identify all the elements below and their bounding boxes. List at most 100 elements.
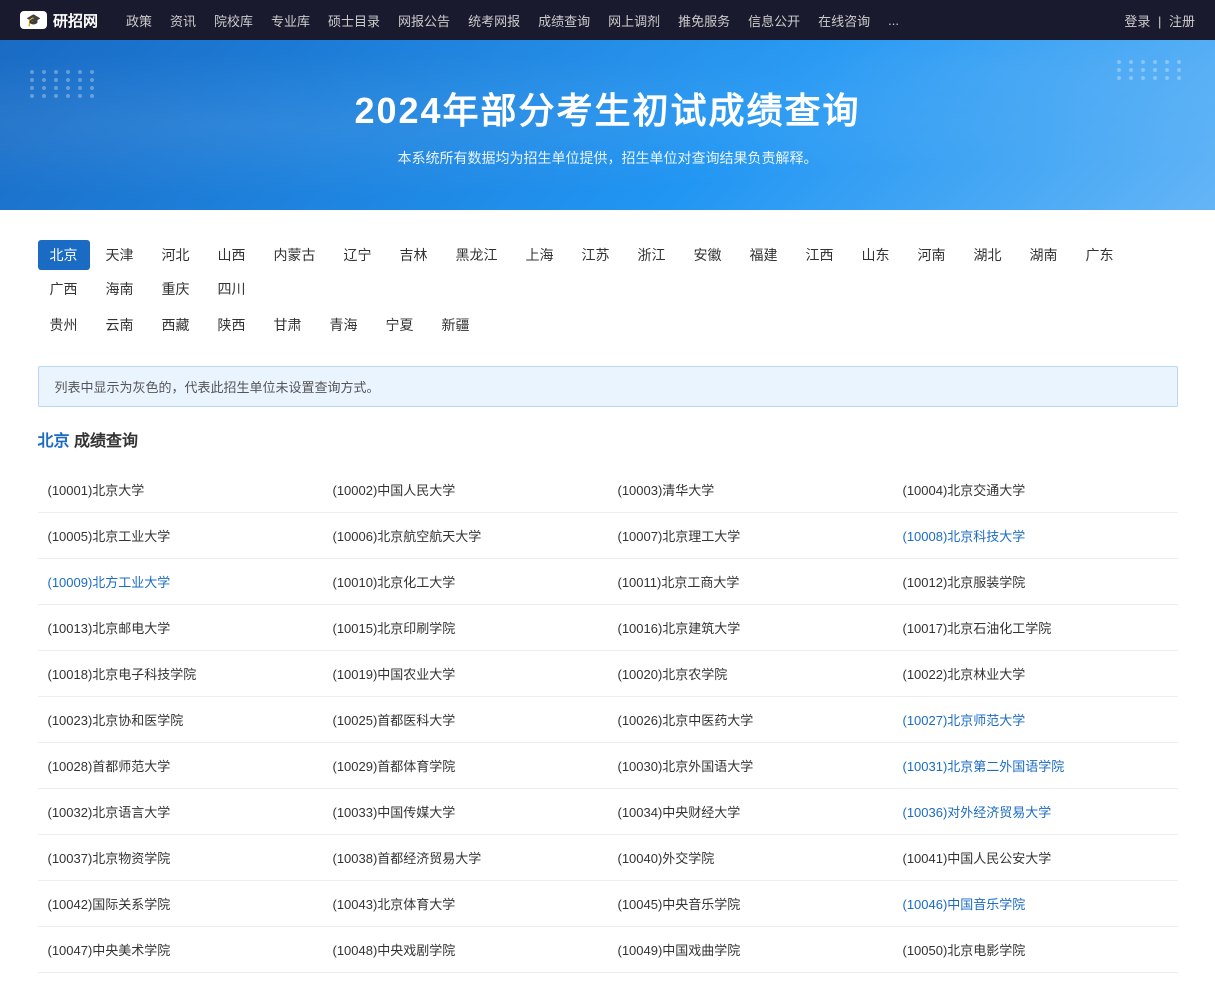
region-btn-山东[interactable]: 山东 (850, 240, 902, 270)
uni-link[interactable]: (10027)北京师范大学 (903, 713, 1026, 728)
uni-cell: (10034)中央财经大学 (608, 789, 893, 835)
region-btn-山西[interactable]: 山西 (206, 240, 258, 270)
uni-cell: (10004)北京交通大学 (893, 467, 1178, 513)
uni-cell: (10041)中国人民公安大学 (893, 835, 1178, 881)
region-btn-北京[interactable]: 北京 (38, 240, 90, 270)
table-row: (10001)北京大学(10002)中国人民大学(10003)清华大学(1000… (38, 467, 1178, 513)
region-btn-安徽[interactable]: 安徽 (682, 240, 734, 270)
uni-cell: (10005)北京工业大学 (38, 513, 323, 559)
uni-cell: (10001)北京大学 (38, 467, 323, 513)
region-btn-甘肃[interactable]: 甘肃 (262, 310, 314, 340)
region-row-1: 北京天津河北山西内蒙古辽宁吉林黑龙江上海江苏浙江安徽福建江西山东河南湖北湖南广东… (38, 240, 1178, 304)
uni-cell: (10025)首都医科大学 (323, 697, 608, 743)
uni-cell: (10049)中国戏曲学院 (608, 927, 893, 973)
uni-cell: (10012)北京服装学院 (893, 559, 1178, 605)
uni-cell: (10017)北京石油化工学院 (893, 605, 1178, 651)
uni-cell: (10028)首都师范大学 (38, 743, 323, 789)
nav-item-report[interactable]: 统考网报 (468, 11, 520, 30)
uni-cell: (10045)中央音乐学院 (608, 881, 893, 927)
region-btn-广东[interactable]: 广东 (1074, 240, 1126, 270)
uni-cell: (10008)北京科技大学 (893, 513, 1178, 559)
region-btn-新疆[interactable]: 新疆 (430, 310, 482, 340)
region-btn-江西[interactable]: 江西 (794, 240, 846, 270)
table-row: (10018)北京电子科技学院(10019)中国农业大学(10020)北京农学院… (38, 651, 1178, 697)
region-btn-内蒙古[interactable]: 内蒙古 (262, 240, 328, 270)
main-content: 北京天津河北山西内蒙古辽宁吉林黑龙江上海江苏浙江安徽福建江西山东河南湖北湖南广东… (18, 210, 1198, 993)
region-btn-浙江[interactable]: 浙江 (626, 240, 678, 270)
region-btn-辽宁[interactable]: 辽宁 (332, 240, 384, 270)
region-btn-广西[interactable]: 广西 (38, 274, 90, 304)
nav-item-score[interactable]: 成绩查询 (538, 11, 590, 30)
uni-cell: (10023)北京协和医学院 (38, 697, 323, 743)
region-btn-青海[interactable]: 青海 (318, 310, 370, 340)
uni-cell: (10006)北京航空航天大学 (323, 513, 608, 559)
region-btn-天津[interactable]: 天津 (94, 240, 146, 270)
table-row: (10037)北京物资学院(10038)首都经济贸易大学(10040)外交学院(… (38, 835, 1178, 881)
uni-cell: (10026)北京中医药大学 (608, 697, 893, 743)
table-row: (10042)国际关系学院(10043)北京体育大学(10045)中央音乐学院(… (38, 881, 1178, 927)
uni-cell: (10050)北京电影学院 (893, 927, 1178, 973)
uni-cell: (10027)北京师范大学 (893, 697, 1178, 743)
register-link[interactable]: 注册 (1169, 14, 1195, 29)
region-btn-四川[interactable]: 四川 (206, 274, 258, 304)
login-link[interactable]: 登录 (1124, 14, 1150, 29)
section-region: 北京 (38, 433, 70, 450)
table-row: (10005)北京工业大学(10006)北京航空航天大学(10007)北京理工大… (38, 513, 1178, 559)
nav-item-exemption[interactable]: 推免服务 (678, 11, 730, 30)
logo-icon: 🎓 (20, 11, 47, 29)
region-btn-西藏[interactable]: 西藏 (150, 310, 202, 340)
uni-cell: (10029)首都体育学院 (323, 743, 608, 789)
logo-text: 研招网 (53, 10, 98, 31)
uni-link[interactable]: (10031)北京第二外国语学院 (903, 759, 1065, 774)
region-btn-福建[interactable]: 福建 (738, 240, 790, 270)
uni-link[interactable]: (10046)中国音乐学院 (903, 897, 1026, 912)
region-btn-江苏[interactable]: 江苏 (570, 240, 622, 270)
uni-cell: (10003)清华大学 (608, 467, 893, 513)
region-btn-河南[interactable]: 河南 (906, 240, 958, 270)
uni-cell: (10022)北京林业大学 (893, 651, 1178, 697)
hero-title: 2024年部分考生初试成绩查询 (354, 82, 860, 134)
uni-cell: (10016)北京建筑大学 (608, 605, 893, 651)
uni-cell: (10015)北京印刷学院 (323, 605, 608, 651)
uni-cell: (10010)北京化工大学 (323, 559, 608, 605)
nav-item-majors[interactable]: 专业库 (271, 11, 310, 30)
uni-cell: (10033)中国传媒大学 (323, 789, 608, 835)
table-row: (10032)北京语言大学(10033)中国传媒大学(10034)中央财经大学(… (38, 789, 1178, 835)
region-btn-黑龙江[interactable]: 黑龙江 (444, 240, 510, 270)
nav-item-schools[interactable]: 院校库 (214, 11, 253, 30)
nav-item-policy[interactable]: 政策 (126, 11, 152, 30)
region-btn-贵州[interactable]: 贵州 (38, 310, 90, 340)
nav-item-info[interactable]: 信息公开 (748, 11, 800, 30)
uni-cell: (10040)外交学院 (608, 835, 893, 881)
nav-item-consult[interactable]: 在线咨询 (818, 11, 870, 30)
nav-item-news[interactable]: 资讯 (170, 11, 196, 30)
region-tabs: 北京天津河北山西内蒙古辽宁吉林黑龙江上海江苏浙江安徽福建江西山东河南湖北湖南广东… (38, 230, 1178, 366)
region-btn-河北[interactable]: 河北 (150, 240, 202, 270)
uni-cell: (10020)北京农学院 (608, 651, 893, 697)
uni-link[interactable]: (10008)北京科技大学 (903, 529, 1026, 544)
logo[interactable]: 🎓 研招网 (20, 10, 98, 31)
region-btn-湖北[interactable]: 湖北 (962, 240, 1014, 270)
region-btn-上海[interactable]: 上海 (514, 240, 566, 270)
uni-cell: (10002)中国人民大学 (323, 467, 608, 513)
university-table: (10001)北京大学(10002)中国人民大学(10003)清华大学(1000… (38, 467, 1178, 973)
nav-item-catalog[interactable]: 硕士目录 (328, 11, 380, 30)
region-btn-湖南[interactable]: 湖南 (1018, 240, 1070, 270)
uni-link[interactable]: (10009)北方工业大学 (48, 575, 171, 590)
region-btn-重庆[interactable]: 重庆 (150, 274, 202, 304)
region-btn-云南[interactable]: 云南 (94, 310, 146, 340)
decoration-dots-right (1117, 60, 1185, 80)
table-row: (10013)北京邮电大学(10015)北京印刷学院(10016)北京建筑大学(… (38, 605, 1178, 651)
region-btn-吉林[interactable]: 吉林 (388, 240, 440, 270)
uni-cell: (10038)首都经济贸易大学 (323, 835, 608, 881)
nav-item-announcement[interactable]: 网报公告 (398, 11, 450, 30)
nav-more[interactable]: ... (888, 13, 899, 28)
region-btn-宁夏[interactable]: 宁夏 (374, 310, 426, 340)
region-btn-海南[interactable]: 海南 (94, 274, 146, 304)
nav-item-transfer[interactable]: 网上调剂 (608, 11, 660, 30)
table-row: (10028)首都师范大学(10029)首都体育学院(10030)北京外国语大学… (38, 743, 1178, 789)
uni-link[interactable]: (10036)对外经济贸易大学 (903, 805, 1052, 820)
decoration-dots-left (30, 70, 98, 98)
region-btn-陕西[interactable]: 陕西 (206, 310, 258, 340)
uni-cell: (10037)北京物资学院 (38, 835, 323, 881)
